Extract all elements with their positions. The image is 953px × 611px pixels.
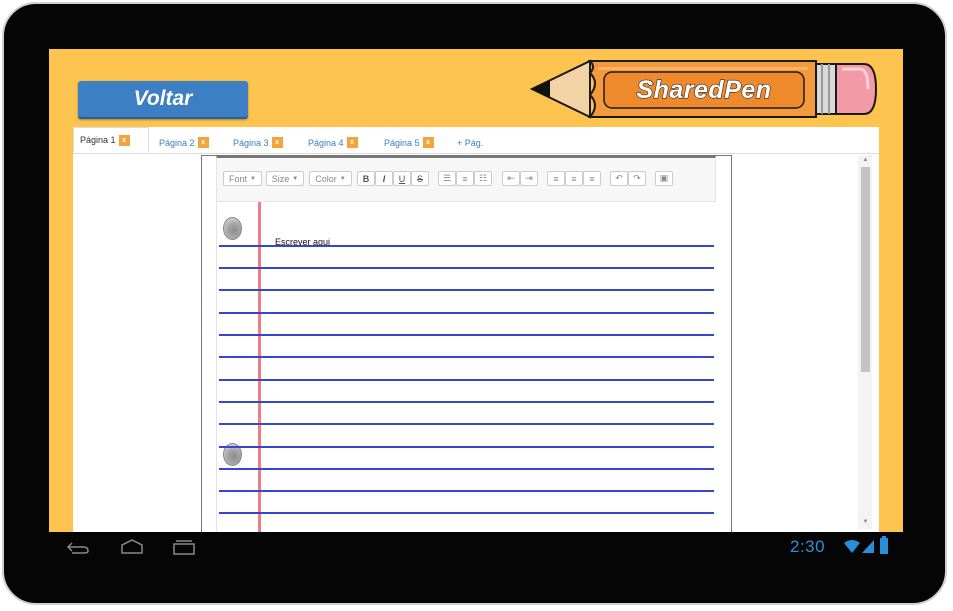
- notebook-paper[interactable]: Escrever aqui: [216, 202, 717, 532]
- undo-icon[interactable]: ↶: [610, 171, 628, 186]
- home-nav-icon[interactable]: [119, 537, 145, 555]
- ruled-line: [219, 446, 714, 448]
- ruled-line: [219, 334, 714, 336]
- editor-panel: Página 1 x Página 2 x Página 3 x Página …: [73, 127, 879, 532]
- ruled-line: [219, 312, 714, 314]
- size-dropdown[interactable]: Size ▼: [266, 171, 304, 186]
- font-label: Font: [229, 173, 248, 184]
- page-tabs: Página 1 x Página 2 x Página 3 x Página …: [73, 127, 879, 154]
- caret-down-icon: ▼: [250, 175, 256, 182]
- tab-label: Página 4: [308, 137, 344, 148]
- bullet-list-icon[interactable]: ☰: [438, 171, 456, 186]
- close-tab-icon[interactable]: x: [197, 137, 209, 148]
- wifi-icon: [844, 540, 860, 553]
- android-nav-bar: 2:30: [49, 532, 903, 562]
- close-tab-icon[interactable]: x: [271, 137, 283, 148]
- close-tab-icon[interactable]: x: [346, 137, 358, 148]
- margin-line: [258, 202, 261, 532]
- add-page-tab[interactable]: + Pág.: [457, 132, 483, 153]
- ruled-line: [219, 468, 714, 470]
- size-label: Size: [271, 173, 290, 184]
- ruled-line: [219, 245, 714, 247]
- sharedpen-logo: SharedPen: [524, 55, 884, 123]
- bold-button[interactable]: B: [357, 171, 375, 186]
- checklist-icon[interactable]: ☷: [474, 171, 492, 186]
- align-center-icon[interactable]: ≡: [565, 171, 583, 186]
- editor-toolbar: Font ▼ Size ▼ Color ▼ B I U S ☰ ≡ ☷ ⇤ ⇥ ≡ ≡…: [216, 156, 716, 202]
- caret-down-icon: ▼: [339, 175, 346, 182]
- tab-label: Página 3: [233, 137, 269, 148]
- ruled-line: [219, 401, 714, 403]
- tab-pagina-5[interactable]: Página 5 x: [384, 132, 434, 153]
- rich-text-editor: Font ▼ Size ▼ Color ▼ B I U S ☰ ≡ ☷ ⇤ ⇥ ≡ ≡…: [201, 155, 732, 532]
- binder-hole-icon: [223, 217, 242, 240]
- indent-icon[interactable]: ⇥: [520, 171, 538, 186]
- align-left-icon[interactable]: ≡: [547, 171, 565, 186]
- ruled-line: [219, 267, 714, 269]
- image-icon[interactable]: ▣: [655, 171, 673, 186]
- app-screen: Voltar SharedPen Página 1 x Página 2 x P…: [49, 49, 903, 532]
- tab-pagina-1[interactable]: Página 1 x: [73, 127, 149, 153]
- ruled-line: [219, 379, 714, 381]
- scroll-thumb[interactable]: [861, 167, 870, 372]
- color-dropdown[interactable]: Color ▼: [309, 171, 352, 186]
- recent-apps-nav-icon[interactable]: [171, 537, 197, 555]
- logo-text: SharedPen: [636, 75, 772, 104]
- close-tab-icon[interactable]: x: [118, 134, 130, 146]
- ruled-line: [219, 490, 714, 492]
- battery-icon: [880, 536, 888, 554]
- tab-label: Página 2: [159, 137, 195, 148]
- caret-down-icon: ▼: [292, 175, 299, 182]
- back-nav-icon[interactable]: [64, 537, 90, 555]
- tablet-device: Voltar SharedPen Página 1 x Página 2 x P…: [0, 0, 953, 611]
- tab-label: Página 5: [384, 137, 420, 148]
- italic-button[interactable]: I: [375, 171, 393, 186]
- redo-icon[interactable]: ↷: [628, 171, 646, 186]
- tab-pagina-2[interactable]: Página 2 x: [159, 132, 209, 153]
- ruled-line: [219, 289, 714, 291]
- scroll-down-icon[interactable]: ▼: [861, 517, 870, 527]
- tab-label: Página 1: [80, 135, 116, 145]
- back-button[interactable]: Voltar: [78, 81, 248, 119]
- vertical-scrollbar[interactable]: ▲ ▼: [858, 155, 872, 529]
- ruled-line: [219, 423, 714, 425]
- strikethrough-button[interactable]: S: [411, 171, 429, 186]
- tab-pagina-4[interactable]: Página 4 x: [308, 132, 358, 153]
- color-label: Color: [315, 173, 337, 184]
- numbered-list-icon[interactable]: ≡: [456, 171, 474, 186]
- clock: 2:30: [790, 537, 826, 556]
- font-dropdown[interactable]: Font ▼: [223, 171, 262, 186]
- close-tab-icon[interactable]: x: [422, 137, 434, 148]
- underline-button[interactable]: U: [393, 171, 411, 186]
- outdent-icon[interactable]: ⇤: [502, 171, 520, 186]
- signal-icon: [862, 540, 874, 553]
- align-right-icon[interactable]: ≡: [583, 171, 601, 186]
- tab-pagina-3[interactable]: Página 3 x: [233, 132, 283, 153]
- ruled-line: [219, 356, 714, 358]
- ruled-line: [219, 512, 714, 514]
- scroll-up-icon[interactable]: ▲: [861, 155, 870, 165]
